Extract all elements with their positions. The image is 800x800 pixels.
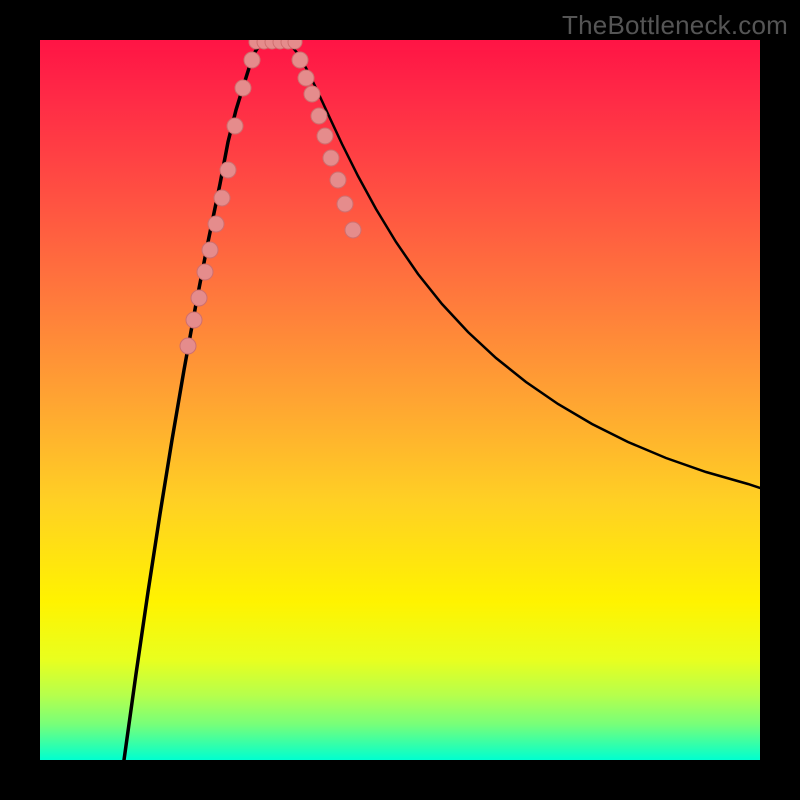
data-marker <box>337 196 353 212</box>
data-marker <box>311 108 327 124</box>
data-marker <box>186 312 202 328</box>
data-marker <box>235 80 251 96</box>
data-marker <box>214 190 230 206</box>
chart-plot-area <box>40 40 760 760</box>
data-marker <box>317 128 333 144</box>
data-marker <box>288 40 302 49</box>
data-marker <box>330 172 346 188</box>
data-marker <box>191 290 207 306</box>
data-marker <box>292 52 308 68</box>
data-marker <box>208 216 224 232</box>
data-marker <box>323 150 339 166</box>
data-marker <box>304 86 320 102</box>
data-marker <box>298 70 314 86</box>
curve-segment <box>124 44 260 760</box>
data-marker <box>244 52 260 68</box>
data-marker <box>220 162 236 178</box>
curve-segment <box>290 44 760 488</box>
data-marker <box>227 118 243 134</box>
data-marker <box>202 242 218 258</box>
watermark-text: TheBottleneck.com <box>562 10 788 41</box>
data-marker <box>180 338 196 354</box>
chart-frame: TheBottleneck.com <box>0 0 800 800</box>
bottleneck-curve-chart <box>40 40 760 760</box>
data-marker <box>345 222 361 238</box>
data-marker <box>197 264 213 280</box>
